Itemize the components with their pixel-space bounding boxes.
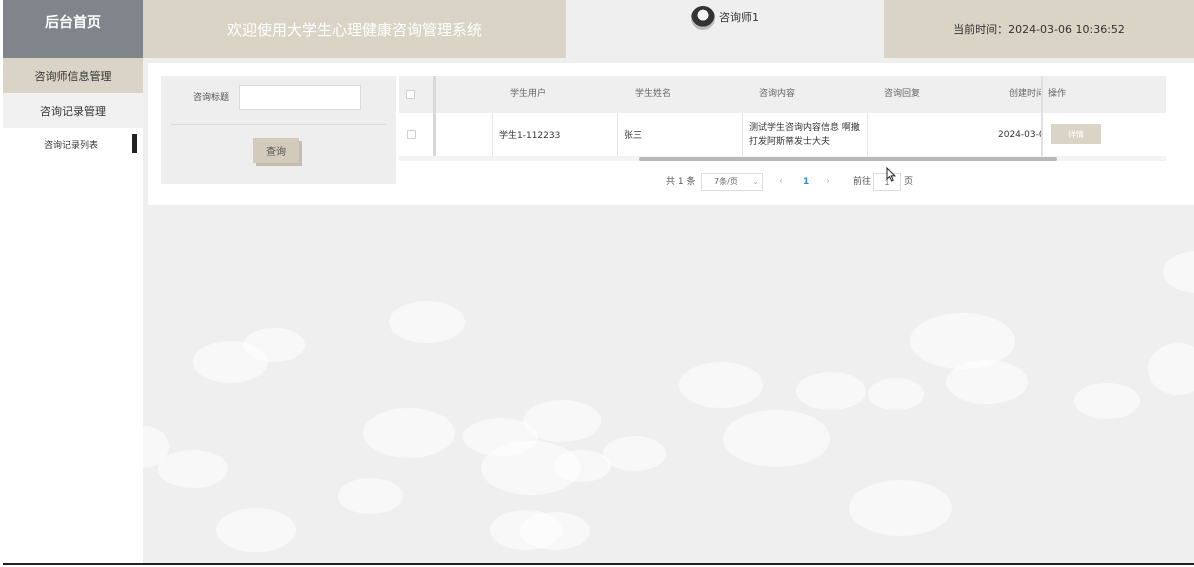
chevron-down-icon: ⌄ <box>752 177 759 186</box>
background-bubble <box>520 512 590 550</box>
background-bubble <box>216 508 296 552</box>
cell-student-name: 张三 <box>624 131 643 141</box>
background-bubble <box>523 400 601 442</box>
cell-border <box>492 113 493 156</box>
cell-created: 2024-03-06 <box>998 129 1042 140</box>
user-name[interactable]: 咨询师1 <box>719 6 759 30</box>
search-form: 咨询标题 查询 <box>161 76 396 184</box>
background-bubble <box>868 378 924 410</box>
background-bubble <box>1148 343 1194 395</box>
background-bubble <box>796 372 866 410</box>
top-header: 后台首页 欢迎使用大学生心理健康咨询管理系统 咨询师1 当前时间： 2024-0… <box>3 0 1194 58</box>
background-bubble <box>603 436 666 471</box>
total-count: 共 1 条 <box>666 177 696 187</box>
column-header: 操作 <box>1048 89 1067 99</box>
time-label: 当前时间： <box>953 23 1009 36</box>
column-header: 咨询回复 <box>884 89 921 99</box>
sidebar-subitem-label: 咨询记录列表 <box>44 140 99 151</box>
fixed-column-shadow <box>1041 76 1043 156</box>
goto-label: 前往 <box>853 177 872 187</box>
page-number[interactable]: 1 <box>803 173 809 191</box>
page-size-select[interactable]: 7条/页 ⌄ <box>701 173 763 191</box>
consult-title-label: 咨询标题 <box>193 93 230 103</box>
column-header: 咨询内容 <box>759 89 796 99</box>
background-bubble <box>723 410 830 467</box>
search-button[interactable]: 查询 <box>253 138 299 163</box>
sidebar-subitem-record-list[interactable]: 咨询记录列表 <box>3 128 143 160</box>
user-info[interactable]: 咨询师1 <box>566 0 884 58</box>
active-indicator <box>132 134 137 153</box>
cell-border <box>617 113 618 156</box>
fixed-column-shadow <box>433 76 436 156</box>
avatar[interactable] <box>691 6 715 30</box>
table-header: 学生用户 学生姓名 咨询内容 咨询回复 创建时间 操作 <box>399 76 1166 113</box>
row-checkbox[interactable] <box>407 130 416 139</box>
home-brand-link[interactable]: 后台首页 <box>3 0 143 58</box>
column-header: 学生姓名 <box>635 89 672 99</box>
background-bubble <box>1074 383 1140 419</box>
sidebar-item-label: 咨询师信息管理 <box>34 69 112 83</box>
sidebar-item-consult-records[interactable]: 咨询记录管理 <box>3 93 143 128</box>
sidebar-item-counselor-info[interactable]: 咨询师信息管理 <box>3 58 143 93</box>
next-page-icon[interactable]: › <box>826 173 830 191</box>
column-header: 学生用户 <box>510 89 547 99</box>
list-panel: 咨询标题 查询 学生用户 学生姓名 咨询内容 咨询回复 创建时间 操作 学生1-… <box>148 63 1194 205</box>
scrollbar-thumb[interactable] <box>639 157 1057 161</box>
background-bubble <box>849 480 952 536</box>
system-title: 欢迎使用大学生心理健康咨询管理系统 <box>143 0 566 58</box>
select-all-checkbox[interactable] <box>406 90 415 99</box>
prev-page-icon[interactable]: ‹ <box>779 173 783 191</box>
cell-border <box>867 113 868 156</box>
divider <box>171 124 386 125</box>
column-header: 创建时间 <box>1009 89 1043 99</box>
cell-border <box>742 113 743 156</box>
records-table: 学生用户 学生姓名 咨询内容 咨询回复 创建时间 操作 学生1-112233 张… <box>399 76 1166 161</box>
goto-suffix: 页 <box>904 177 914 187</box>
background-bubble <box>679 362 763 408</box>
background-bubble <box>1163 251 1194 293</box>
content-line: 测试学生咨询内容信息 啊撒 <box>749 122 860 133</box>
background-bubble <box>338 478 403 514</box>
time-value: 2024-03-06 10:36:52 <box>1008 22 1125 36</box>
mouse-cursor-icon <box>886 167 896 182</box>
consult-title-input[interactable] <box>239 85 361 110</box>
page-size-value: 7条/页 <box>714 177 738 186</box>
app-window: 后台首页 欢迎使用大学生心理健康咨询管理系统 咨询师1 当前时间： 2024-0… <box>3 0 1194 565</box>
background-bubble <box>389 301 465 343</box>
cell-student-user: 学生1-112233 <box>499 131 561 141</box>
background-bubble <box>946 360 1028 404</box>
cell-content: 测试学生咨询内容信息 啊撒 打发阿斯蒂发士大夫 <box>749 113 867 156</box>
sidebar: 咨询师信息管理 咨询记录管理 咨询记录列表 <box>3 58 143 563</box>
content-line: 打发阿斯蒂发士大夫 <box>749 136 831 147</box>
background-bubble <box>243 328 305 362</box>
detail-button[interactable]: 详情 <box>1051 124 1101 144</box>
sidebar-item-label: 咨询记录管理 <box>40 104 106 118</box>
background-bubble <box>363 408 455 458</box>
current-time: 当前时间： 2024-03-06 10:36:52 <box>884 0 1194 58</box>
main-content: 咨询标题 查询 学生用户 学生姓名 咨询内容 咨询回复 创建时间 操作 学生1-… <box>121 58 1194 563</box>
background-bubble <box>158 450 228 488</box>
